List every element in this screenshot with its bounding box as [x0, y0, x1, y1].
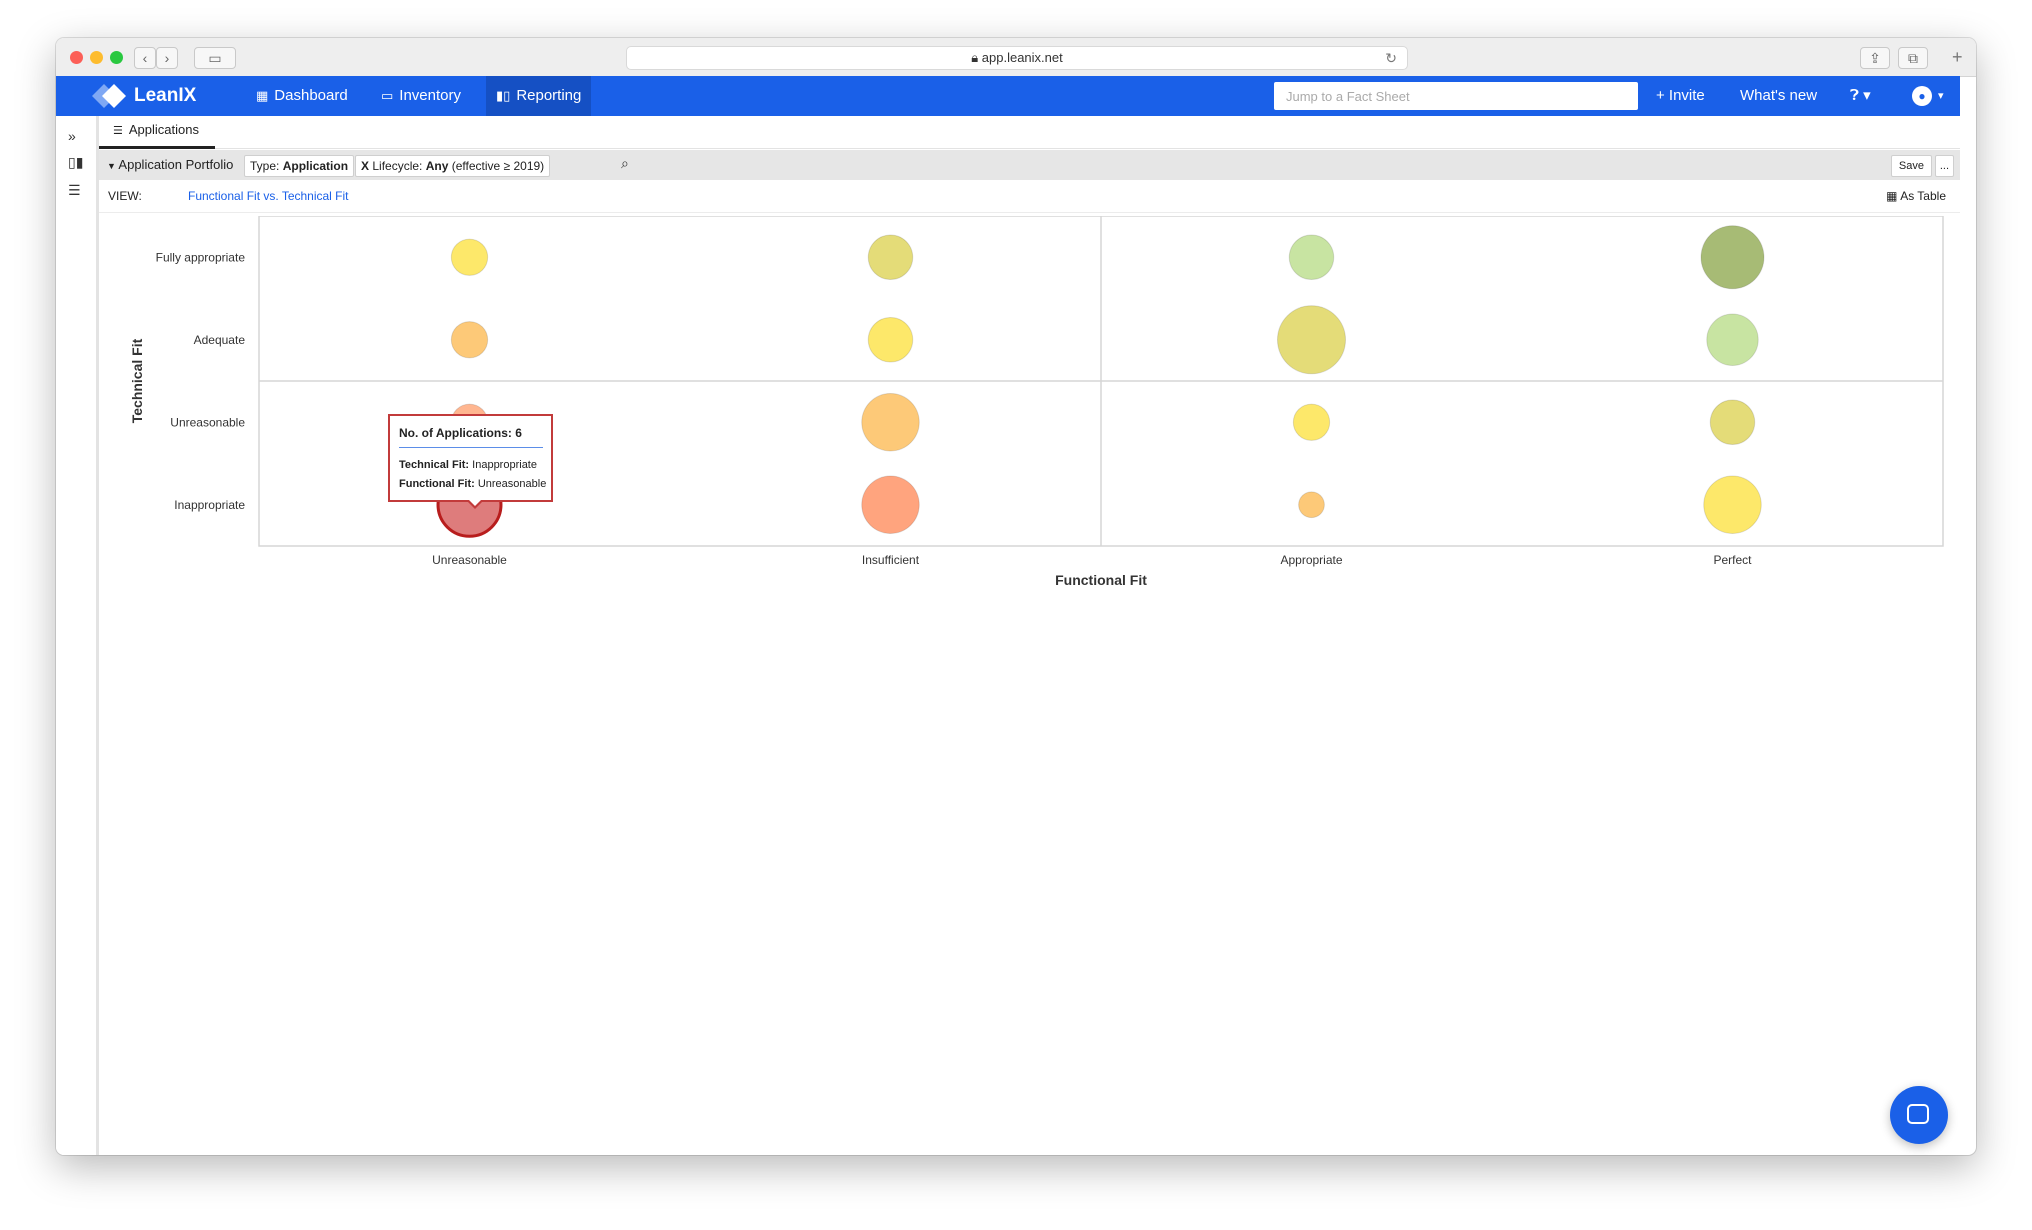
share-icon[interactable]: ⇪ [1860, 47, 1890, 69]
chip-key: Type: [250, 159, 280, 173]
tooltip-title: No. of Applications: 6 [399, 426, 522, 440]
sidebar-toggle-icon[interactable]: ▭ [194, 47, 236, 69]
y-tick-label: Inappropriate [174, 498, 245, 512]
x-axis-title: Functional Fit [1055, 572, 1147, 588]
tooltip-functional-fit: Functional Fit: Unreasonable [399, 478, 546, 490]
y-tick-label: Unreasonable [170, 415, 245, 429]
y-tick-label: Adequate [194, 333, 246, 347]
bubble-point [1292, 403, 1331, 441]
reporting-icon: ▮▯ [496, 88, 511, 103]
chat-icon[interactable] [1890, 1086, 1948, 1144]
tabs-icon[interactable]: ⧉ [1898, 47, 1928, 69]
bubble-point [1709, 399, 1756, 446]
browser-titlebar: ‹ › ▭ 🔒︎ app.leanix.net ↻ ⇪ ⧉ + [56, 38, 1976, 77]
nav-dashboard[interactable]: ▦ Dashboard [246, 76, 358, 116]
left-sidebar: » ▯▮ ☰ [56, 116, 99, 1155]
url-bar[interactable]: 🔒︎ app.leanix.net ↻ [626, 46, 1408, 70]
tooltip-key: Functional Fit: [399, 478, 475, 490]
whats-new-link[interactable]: What's new [1740, 76, 1817, 116]
filter-icon[interactable]: ☰ [68, 182, 81, 199]
lock-icon: 🔒︎ [971, 50, 982, 65]
bubble-tooltip: No. of Applications: 6 Technical Fit: In… [388, 414, 553, 509]
top-nav: LeanIX ▦ Dashboard ▭ Inventory ▮▯ Reporting… [56, 76, 1960, 116]
remove-filter-icon[interactable]: X [361, 159, 369, 173]
inventory-icon: ▭ [381, 88, 394, 103]
nav-reporting-label: Reporting [516, 87, 582, 104]
chip-value: Application [282, 159, 349, 173]
search-icon[interactable]: ⌕ [621, 155, 629, 172]
nav-reporting[interactable]: ▮▯ Reporting [486, 76, 592, 116]
chip-suffix: (effective ≥ 2019) [451, 159, 545, 173]
x-tick-label: Insufficient [862, 553, 920, 567]
bubble-point [450, 238, 489, 276]
view-bar: VIEW: Functional Fit vs. Technical Fit ▦… [99, 180, 1960, 213]
chip-value: Any [425, 159, 449, 173]
x-tick-label: Perfect [1713, 553, 1752, 567]
invite-button[interactable]: + Invite [1656, 76, 1705, 116]
nav-inventory[interactable]: ▭ Inventory [371, 76, 471, 116]
brand-name[interactable]: LeanIX [134, 85, 196, 107]
bubble-point [1288, 234, 1335, 281]
jump-to-fact-sheet-input[interactable] [1274, 82, 1638, 110]
bubble-point [1298, 491, 1325, 519]
save-button[interactable]: Save [1890, 155, 1932, 177]
as-table-button[interactable]: ▦ As Table [1886, 189, 1946, 203]
view-prefix: VIEW: [108, 189, 142, 203]
tooltip-key: Technical Fit: [399, 459, 470, 471]
tab-applications-label: Applications [128, 122, 199, 137]
tooltip-value: Unreasonable [477, 478, 547, 490]
caret-down-icon: ▼ [107, 161, 119, 171]
forward-icon[interactable]: › [156, 47, 178, 69]
report-tabs: ☰ Applications [99, 116, 1960, 149]
url-text: app.leanix.net [981, 50, 1063, 65]
table-icon: ▦ [1886, 189, 1901, 203]
tooltip-value: Inappropriate [472, 459, 537, 471]
chip-key: Lifecycle: [372, 159, 423, 173]
zoom-window-button[interactable] [110, 51, 123, 64]
leanix-logo-icon [92, 84, 126, 108]
filter-chip-lifecycle[interactable]: X Lifecycle: Any (effective ≥ 2019) [355, 155, 551, 177]
bubble-point [867, 316, 914, 363]
filter-bar: ▼ Application Portfolio Type: Applicatio… [99, 150, 1960, 180]
tooltip-arrow-inner [469, 500, 481, 506]
bubble-point [1700, 225, 1765, 290]
filter-icon: ☰ [113, 125, 123, 137]
bubble-point [1706, 313, 1759, 366]
filter-title-text: Application Portfolio [118, 157, 234, 172]
filter-chip-type[interactable]: Type: Application [244, 155, 355, 177]
more-options-button[interactable]: ... [1934, 155, 1954, 177]
expand-icon[interactable]: » [68, 128, 76, 144]
portfolio-matrix-chart: Fully appropriate Adequate Unreasonable Ina… [129, 216, 1944, 588]
minimize-window-button[interactable] [90, 51, 103, 64]
close-window-button[interactable] [70, 51, 83, 64]
tab-applications[interactable]: ☰ Applications [99, 116, 215, 149]
nav-dashboard-label: Dashboard [274, 87, 348, 104]
user-menu-chevron-icon[interactable]: ▾ [1938, 76, 1944, 116]
view-selector-link[interactable]: Functional Fit vs. Technical Fit [188, 189, 349, 203]
bubble-point [867, 234, 914, 281]
filter-title[interactable]: ▼ Application Portfolio [107, 150, 233, 181]
y-tick-label: Fully appropriate [156, 250, 246, 264]
as-table-label: As Table [1900, 189, 1946, 203]
bubble-point [450, 321, 489, 359]
tooltip-technical-fit: Technical Fit: Inappropriate [399, 459, 537, 471]
browser-window: ‹ › ▭ 🔒︎ app.leanix.net ↻ ⇪ ⧉ + LeanIX ▦… [56, 38, 1976, 1155]
bubble-point [861, 393, 920, 452]
dashboard-icon: ▦ [256, 88, 269, 103]
y-axis-title: Technical Fit [129, 338, 145, 423]
bubble-point [861, 475, 920, 534]
x-tick-label: Appropriate [1280, 553, 1342, 567]
back-icon[interactable]: ‹ [134, 47, 156, 69]
reload-icon[interactable]: ↻ [1385, 47, 1397, 69]
tooltip-divider [399, 447, 543, 448]
report-icon[interactable]: ▯▮ [68, 154, 83, 171]
new-tab-icon[interactable]: + [1952, 47, 1963, 68]
bubble-point [1703, 475, 1762, 534]
x-tick-label: Unreasonable [432, 553, 507, 567]
help-icon[interactable]: ❓︎ ▾ [1850, 76, 1871, 116]
nav-inventory-label: Inventory [399, 87, 461, 104]
user-icon[interactable]: ● [1912, 86, 1932, 106]
bubble-point [1277, 305, 1346, 375]
